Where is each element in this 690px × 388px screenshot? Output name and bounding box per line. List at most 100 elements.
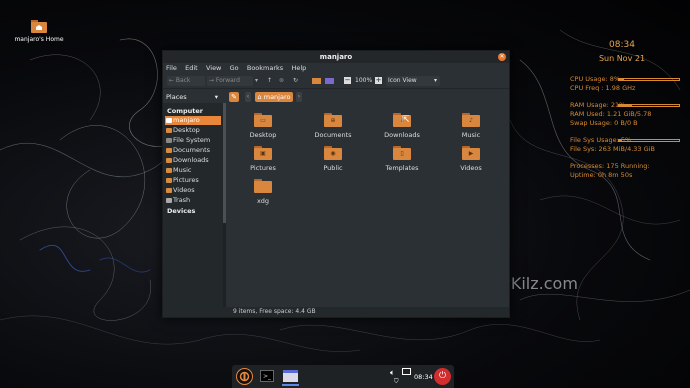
crumb-left-icon[interactable]: ‹ (245, 92, 251, 102)
ram-usage-bar (618, 104, 680, 107)
edit-path-icon[interactable]: ✎ (229, 92, 239, 102)
file-view: ▭ Desktop ⊕ Documents ↓ Downloads ♪ Musi… (227, 103, 509, 307)
sidebar: Computer manjaro Desktop File System Doc… (163, 103, 224, 307)
cpu-usage-bar (618, 78, 680, 81)
taskbar-clock[interactable]: 08:34 (414, 373, 433, 381)
file-item-documents[interactable]: ⊕ Documents (303, 113, 363, 139)
trash-icon (166, 198, 172, 203)
forward-dropdown-icon[interactable]: ▾ (255, 76, 258, 86)
conky-date: Sun Nov 21 (598, 54, 646, 63)
ram-used-text: RAM Used: 1.21 GiB/5.78 (570, 110, 652, 118)
menu-view[interactable]: View (206, 64, 221, 72)
zoom-in-icon[interactable]: + (375, 77, 382, 84)
close-icon[interactable]: ✕ (498, 53, 506, 61)
crumb-manjaro[interactable]: ⌂ manjaro (255, 92, 293, 102)
folder-icon: ▯ (393, 146, 411, 160)
sidebar-item-music[interactable]: Music (165, 166, 221, 175)
sidebar-item-videos[interactable]: Videos (165, 186, 221, 195)
toolbar: ← Back → Forward ▾ ↑ ⊗ ↻ − 100% + Icon V… (163, 74, 509, 88)
folder-icon (166, 168, 172, 173)
home-folder-icon (31, 20, 47, 33)
forward-arrow-icon: → (207, 77, 216, 84)
power-icon[interactable]: ⏻ (434, 368, 451, 385)
ram-usage-row: RAM Usage: 21% (570, 101, 682, 110)
cpu-freq-text: CPU Freq : 1.98 GHz (570, 84, 636, 92)
sidebar-computer-title: Computer (167, 107, 204, 115)
home-icon[interactable] (312, 78, 321, 84)
up-icon[interactable]: ↑ (267, 76, 272, 86)
folder-icon (166, 188, 172, 193)
mouse-cursor-icon: ⇱ (402, 115, 410, 125)
menu-file[interactable]: File (166, 64, 177, 72)
home-icon (166, 118, 172, 123)
menu-bar: File Edit View Go Bookmarks Help (163, 63, 509, 74)
folder-icon: ▭ (254, 113, 272, 127)
swap-usage-text: Swap Usage: 0 B/0 B (570, 119, 638, 127)
fs-usage-row: File Sys Usage: 5% (570, 136, 682, 145)
window-title: manjaro (319, 53, 353, 61)
computer-icon[interactable] (325, 78, 334, 84)
volume-icon[interactable]: 🔈︎ (390, 368, 395, 378)
folder-icon: ⊕ (324, 113, 342, 127)
view-mode-select[interactable]: Icon View ▾ (386, 76, 440, 86)
file-item-xdg[interactable]: xdg (233, 179, 293, 205)
taskbar: >_ 🔈︎ ⛉ 08:34 ⏻ (232, 365, 454, 388)
sidebar-item-pictures[interactable]: Pictures (165, 176, 221, 185)
window-titlebar[interactable]: manjaro ✕ (163, 51, 509, 63)
sidebar-item-documents[interactable]: Documents (165, 146, 221, 155)
menu-go[interactable]: Go (230, 64, 239, 72)
cpu-usage-row: CPU Usage: 8% (570, 75, 682, 84)
forward-button[interactable]: → Forward (207, 76, 253, 86)
folder-icon: ▶ (462, 146, 480, 160)
sidebar-devices-title: Devices (167, 207, 196, 215)
folder-icon (166, 178, 172, 183)
active-indicator (282, 384, 299, 386)
fs-usage-bar (618, 139, 680, 142)
terminal-icon[interactable]: >_ (260, 370, 274, 382)
file-item-desktop[interactable]: ▭ Desktop (233, 113, 293, 139)
folder-icon (254, 179, 272, 193)
file-item-music[interactable]: ♪ Music (441, 113, 501, 139)
menu-help[interactable]: Help (291, 64, 306, 72)
menu-edit[interactable]: Edit (185, 64, 198, 72)
back-button[interactable]: ← Back (167, 76, 205, 86)
sidebar-item-filesystem[interactable]: File System (165, 136, 221, 145)
reload-icon[interactable]: ↻ (293, 76, 298, 86)
folder-icon (166, 128, 172, 133)
shield-icon[interactable]: ⛉ (394, 378, 399, 386)
chevron-down-icon: ▾ (433, 77, 437, 84)
file-item-templates[interactable]: ▯ Templates (372, 146, 432, 172)
file-manager-window: manjaro ✕ File Edit View Go Bookmarks He… (162, 50, 510, 318)
display-icon[interactable] (402, 368, 411, 375)
folder-icon: ◉ (324, 146, 342, 160)
desktop-home-label: manjaro's Home (14, 36, 64, 43)
folder-icon: ♪ (462, 113, 480, 127)
sidebar-scrollbar[interactable] (223, 103, 226, 307)
uptime-text: Uptime: 0h 8m 50s (570, 171, 633, 179)
drive-icon (166, 138, 172, 143)
file-item-videos[interactable]: ▶ Videos (441, 146, 501, 172)
stop-icon[interactable]: ⊗ (279, 76, 284, 86)
zoom-out-icon[interactable]: − (344, 77, 351, 84)
zoom-level: 100% (355, 77, 373, 84)
places-selector[interactable]: Places ▾ (166, 93, 220, 102)
folder-icon (166, 148, 172, 153)
file-manager-taskbar-icon[interactable] (283, 370, 298, 382)
sidebar-item-manjaro[interactable]: manjaro (165, 116, 221, 125)
menu-launcher-icon[interactable] (236, 368, 253, 385)
cpu-usage-text: CPU Usage: 8% (570, 75, 621, 83)
conky-widget: 08:34 Sun Nov 21 CPU Usage: 8% CPU Freq … (570, 40, 682, 180)
file-item-pictures[interactable]: ▣ Pictures (233, 146, 293, 172)
sidebar-item-trash[interactable]: Trash (165, 196, 221, 205)
menu-bookmarks[interactable]: Bookmarks (247, 64, 283, 72)
sidebar-item-downloads[interactable]: Downloads (165, 156, 221, 165)
desktop-home-icon[interactable]: manjaro's Home (14, 20, 64, 43)
processes-text: Processes: 175 Running: (570, 162, 650, 170)
folder-icon: ▣ (254, 146, 272, 160)
file-item-public[interactable]: ◉ Public (303, 146, 363, 172)
fs-size-text: File Sys: 263 MiB/4.33 GiB (570, 145, 655, 153)
sidebar-item-desktop[interactable]: Desktop (165, 126, 221, 135)
status-bar: 9 items, Free space: 4.4 GB (163, 307, 509, 317)
crumb-right-icon[interactable]: › (296, 92, 302, 102)
back-arrow-icon: ← (167, 77, 176, 84)
